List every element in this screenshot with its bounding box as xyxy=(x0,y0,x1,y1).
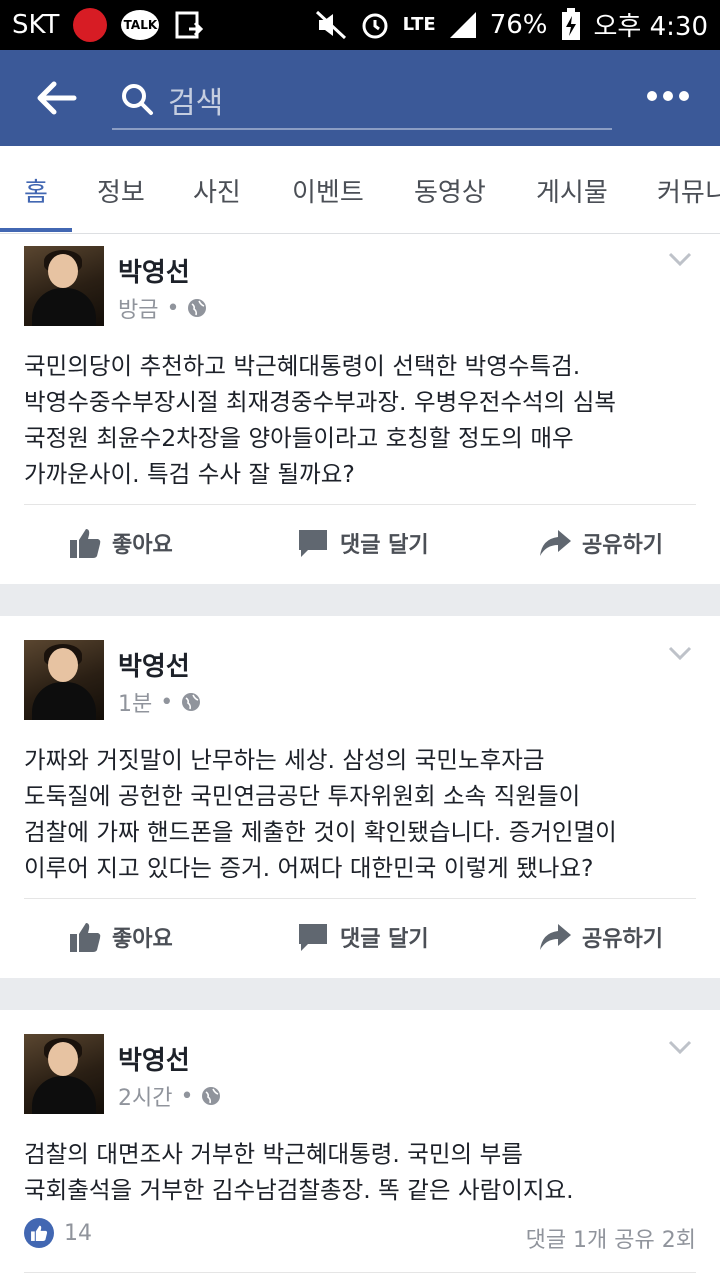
like-reaction-icon xyxy=(24,1218,54,1248)
search-placeholder: 검색 xyxy=(168,86,224,121)
avatar[interactable] xyxy=(24,246,104,326)
post-time[interactable]: 1분 xyxy=(118,686,152,718)
post-text: 가짜와 거짓말이 난무하는 세상. 삼성의 국민노후자금 도둑질에 공헌한 국민… xyxy=(24,746,617,882)
comment-button[interactable]: 댓글 달기 xyxy=(296,920,429,954)
share-icon xyxy=(540,530,571,556)
tab-community[interactable]: 커뮤니 xyxy=(657,172,720,209)
thumbs-up-icon xyxy=(70,529,101,558)
page-tabs: 홈 정보 사진 이벤트 동영상 게시물 커뮤니 xyxy=(0,146,720,234)
more-options-icon[interactable] xyxy=(646,90,690,102)
app-bar: 검색 xyxy=(0,50,720,146)
tab-photos[interactable]: 사진 xyxy=(193,172,241,209)
network-type: LTE xyxy=(402,14,436,35)
status-bar: SKT TALK LTE 76% 오후 4:30 xyxy=(0,0,720,50)
divider xyxy=(24,504,696,505)
share-button[interactable]: 공유하기 xyxy=(538,526,663,560)
post-time[interactable]: 2시간 xyxy=(118,1080,172,1112)
post-author[interactable]: 박영선 xyxy=(118,252,190,289)
signal-icon xyxy=(449,11,476,38)
meta-separator: • xyxy=(180,1083,194,1109)
tab-events[interactable]: 이벤트 xyxy=(292,172,364,209)
kakaotalk-icon: TALK xyxy=(121,10,160,40)
post-meta: 방금 • xyxy=(118,292,207,324)
comment-button[interactable]: 댓글 달기 xyxy=(296,526,429,560)
tab-videos[interactable]: 동영상 xyxy=(414,172,486,209)
mute-icon xyxy=(315,10,346,39)
meta-separator: • xyxy=(166,295,180,321)
post-text: 국민의당이 추천하고 박근혜대통령이 선택한 박영수특검. 박영수중수부장시절 … xyxy=(24,352,616,488)
alarm-icon xyxy=(362,13,388,38)
active-tab-indicator xyxy=(0,228,72,232)
share-button[interactable]: 공유하기 xyxy=(538,920,663,954)
battery-percent: 76% xyxy=(489,9,548,40)
post-author[interactable]: 박영선 xyxy=(118,1040,190,1077)
tab-home[interactable]: 홈 xyxy=(24,172,48,209)
avatar[interactable] xyxy=(24,640,104,720)
share-label: 공유하기 xyxy=(582,927,663,952)
post-meta: 2시간 • xyxy=(118,1080,221,1112)
chevron-down-icon[interactable] xyxy=(668,1040,692,1054)
post-text: 검찰의 대면조사 거부한 박근혜대통령. 국민의 부름 국회출석을 거부한 김수… xyxy=(24,1140,574,1204)
comment-label: 댓글 달기 xyxy=(340,927,429,952)
globe-icon xyxy=(188,299,207,317)
chevron-down-icon[interactable] xyxy=(668,252,692,266)
meta-separator: • xyxy=(160,689,174,715)
share-icon xyxy=(540,924,571,950)
avatar[interactable] xyxy=(24,1034,104,1114)
screenshot-icon xyxy=(175,11,204,39)
search-icon xyxy=(122,84,153,115)
tab-info[interactable]: 정보 xyxy=(97,172,145,209)
comment-icon xyxy=(299,924,327,951)
like-label: 좋아요 xyxy=(112,927,173,952)
globe-icon xyxy=(202,1087,221,1105)
chevron-down-icon[interactable] xyxy=(668,646,692,660)
post-card: 박영선 방금 • 국민의당이 추천하고 박근혜대통령이 선택한 박영수특검. 박… xyxy=(0,234,720,584)
globe-icon xyxy=(182,693,201,711)
post-meta: 1분 • xyxy=(118,686,201,718)
post-author[interactable]: 박영선 xyxy=(118,646,190,683)
carrier-label: SKT xyxy=(12,10,60,40)
post-card: 박영선 2시간 • 검찰의 대면조사 거부한 박근혜대통령. 국민의 부름 국회… xyxy=(0,1010,720,1280)
clock: 오후 4:30 xyxy=(593,12,709,42)
post-time[interactable]: 방금 xyxy=(118,292,158,324)
search-input[interactable]: 검색 xyxy=(112,72,612,130)
thumbs-up-icon xyxy=(70,923,101,952)
comment-icon xyxy=(299,530,327,557)
like-button[interactable]: 좋아요 xyxy=(68,526,173,560)
like-label: 좋아요 xyxy=(112,533,173,558)
comment-share-stats[interactable]: 댓글 1개 공유 2회 xyxy=(526,1222,696,1254)
divider xyxy=(24,898,696,899)
divider xyxy=(24,1272,696,1273)
share-label: 공유하기 xyxy=(582,533,663,558)
reaction-summary[interactable]: 14 xyxy=(24,1218,92,1248)
battery-charging-icon xyxy=(561,7,580,40)
comment-label: 댓글 달기 xyxy=(340,533,429,558)
post-card: 박영선 1분 • 가짜와 거짓말이 난무하는 세상. 삼성의 국민노후자금 도둑… xyxy=(0,616,720,978)
carrier-logo-icon xyxy=(73,8,108,42)
like-button[interactable]: 좋아요 xyxy=(68,920,173,954)
like-count: 14 xyxy=(64,1220,92,1246)
back-arrow-icon[interactable] xyxy=(34,76,78,120)
tab-posts[interactable]: 게시물 xyxy=(536,172,608,209)
